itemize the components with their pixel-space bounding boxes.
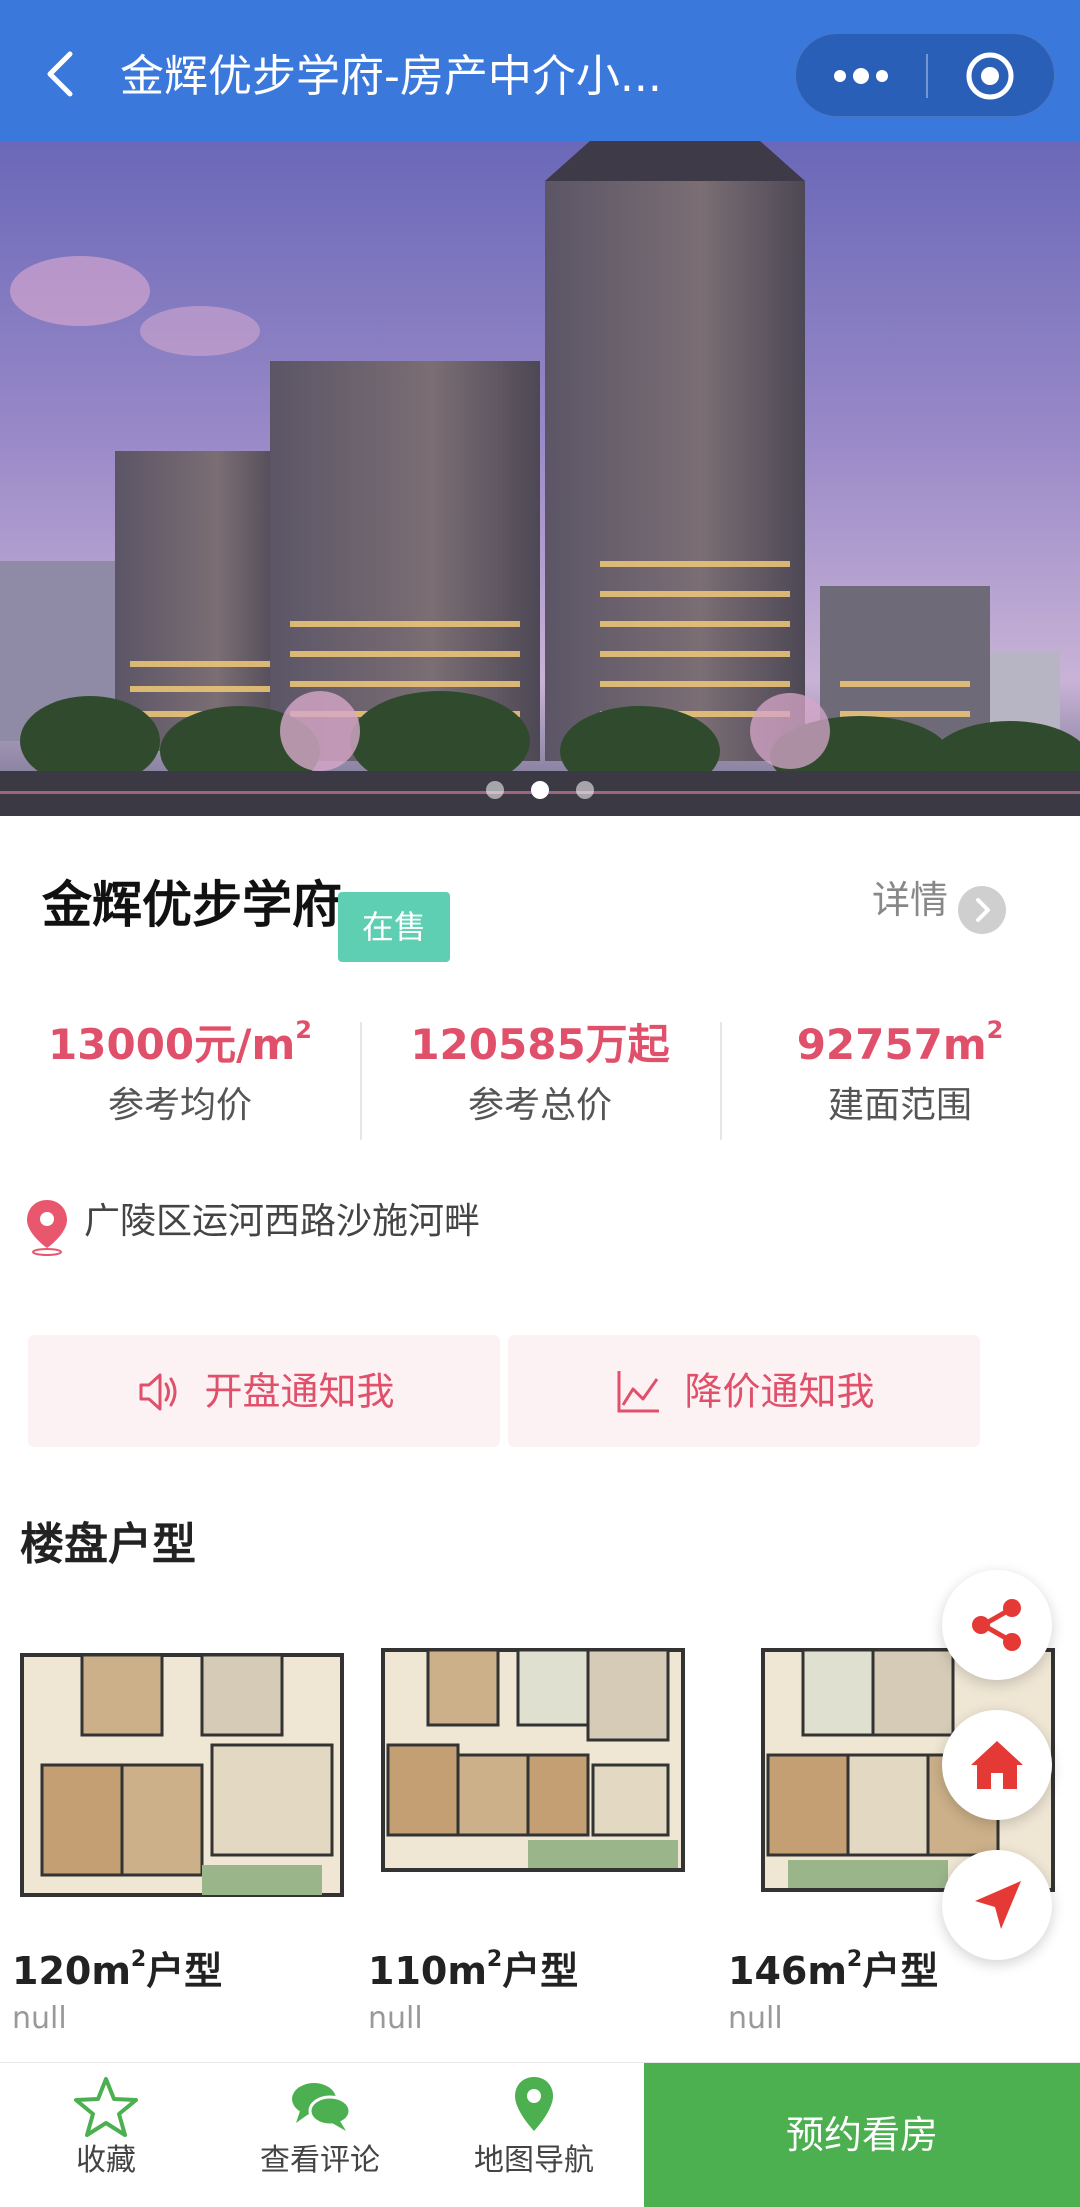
floorplan-card[interactable]: 110m2户型 null	[368, 1615, 708, 2041]
floorplan-name: 120m2户型	[12, 1947, 223, 1993]
chevron-right-icon	[958, 886, 1006, 934]
trend-chart-icon	[617, 1370, 660, 1412]
floorplan-subtitle: null	[12, 2001, 67, 2036]
floorplan-image	[381, 1648, 685, 1872]
stat-value: 120585万起	[410, 1020, 670, 1069]
location-pin-icon	[27, 1200, 67, 1256]
stat-label: 建面范围	[827, 1085, 972, 1126]
floorplan-card[interactable]: 120m2户型 null	[12, 1615, 352, 2041]
tab-label: 查看评论	[260, 2143, 380, 2178]
carousel-dot-active[interactable]	[531, 781, 549, 799]
stat-value: 13000元/m2	[48, 1016, 312, 1069]
menu-capsule	[795, 33, 1055, 117]
stat-total-price: 120585万起 参考总价	[360, 1010, 720, 1150]
reserve-viewing-button[interactable]: 预约看房	[644, 2063, 1080, 2207]
address-text: 广陵区运河西路沙施河畔	[84, 1201, 481, 1242]
stat-average-price: 13000元/m2 参考均价	[0, 1010, 360, 1150]
floorplan-card[interactable]: 146m2户型 null	[728, 1615, 1068, 2041]
carousel-indicator	[0, 781, 1080, 805]
hero-carousel[interactable]	[0, 141, 1080, 816]
stat-value: 92757m2	[796, 1016, 1004, 1069]
floorplan-subtitle: null	[368, 2001, 423, 2036]
status-badge: 在售	[338, 892, 450, 962]
navigate-arrow-icon	[975, 1881, 1021, 1929]
chevron-left-icon	[47, 51, 73, 97]
more-button[interactable]	[796, 34, 926, 118]
stat-area-range: 92757m2 建面范围	[720, 1010, 1080, 1150]
stat-label: 参考均价	[107, 1085, 252, 1126]
more-dots-icon	[834, 68, 888, 84]
floorplan-image	[20, 1653, 344, 1897]
bottom-action-bar: 收藏 查看评论 地图导航 预约看房	[0, 2062, 1080, 2207]
speaker-icon	[139, 1373, 177, 1410]
price-drop-notify-button[interactable]: 降价通知我	[508, 1335, 980, 1447]
floorplan-name: 110m2户型	[368, 1947, 579, 1993]
map-pin-icon	[515, 2077, 553, 2131]
share-icon	[972, 1599, 1021, 1651]
favorite-tab[interactable]: 收藏	[6, 2063, 206, 2207]
navigate-button[interactable]	[942, 1850, 1052, 1960]
back-button[interactable]	[38, 44, 82, 104]
home-icon	[971, 1741, 1023, 1789]
floorplans-section-title: 楼盘户型	[20, 1519, 196, 1570]
reviews-tab[interactable]: 查看评论	[220, 2063, 420, 2207]
close-miniprogram-button[interactable]	[928, 34, 1056, 118]
opening-notify-label: 开盘通知我	[204, 1369, 395, 1414]
building-rendering-image	[0, 141, 1080, 816]
carousel-dot[interactable]	[485, 781, 504, 799]
map-navigation-tab[interactable]: 地图导航	[434, 2063, 634, 2207]
carousel-dot[interactable]	[576, 781, 595, 799]
detail-label: 详情	[872, 878, 949, 922]
opening-notify-button[interactable]: 开盘通知我	[28, 1335, 500, 1447]
chat-bubbles-icon	[292, 2083, 352, 2131]
page-title: 金辉优步学府-房产中介小...	[120, 51, 662, 102]
project-name: 金辉优步学府	[42, 876, 342, 934]
floorplan-subtitle: null	[728, 2001, 783, 2036]
header-bar: 金辉优步学府-房产中介小...	[0, 0, 1080, 141]
tab-label: 收藏	[76, 2143, 136, 2178]
target-circle-icon	[966, 52, 1014, 100]
detail-link[interactable]: 详情	[872, 872, 1006, 942]
price-stats: 13000元/m2 参考均价 120585万起 参考总价 92757m2 建面范…	[0, 1010, 1080, 1150]
stat-label: 参考总价	[467, 1085, 612, 1126]
price-drop-notify-label: 降价通知我	[684, 1369, 875, 1414]
star-icon	[74, 2077, 138, 2137]
share-button[interactable]	[942, 1570, 1052, 1680]
tab-label: 地图导航	[474, 2143, 594, 2178]
home-button[interactable]	[942, 1710, 1052, 1820]
